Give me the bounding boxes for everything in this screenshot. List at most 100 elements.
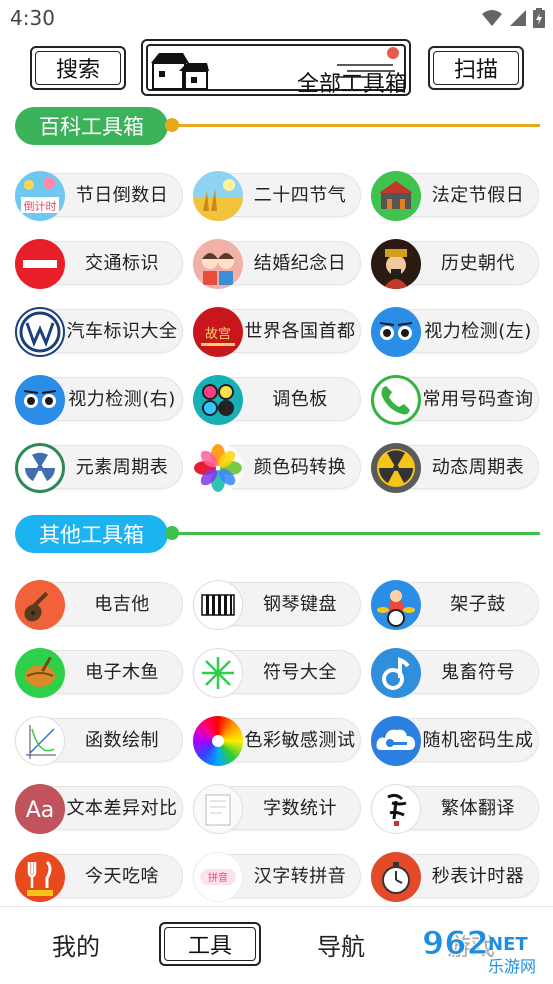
- tool-label: 视力检测(左): [424, 321, 532, 342]
- tool-history-dynasties[interactable]: 历史朝代: [371, 239, 539, 289]
- tool-wooden-fish[interactable]: 电子木鱼: [15, 648, 183, 698]
- tool-traffic-signs[interactable]: 交通标识: [15, 239, 183, 289]
- word-count-icon: [193, 784, 243, 834]
- wooden-fish-icon: [15, 648, 65, 698]
- tool-kichiku-symbols[interactable]: 鬼畜符号: [371, 648, 539, 698]
- tool-text-diff[interactable]: Aa 文本差异对比: [15, 784, 183, 834]
- tool-stopwatch[interactable]: 秒表计时器: [371, 852, 539, 902]
- tool-label: 电子木鱼: [85, 662, 159, 683]
- tool-label: 二十四节气: [253, 185, 347, 206]
- tool-what-to-eat[interactable]: 今天吃啥: [15, 852, 183, 902]
- tool-label: 电吉他: [94, 594, 150, 615]
- tool-label: 结婚纪念日: [253, 253, 347, 274]
- tool-car-logos[interactable]: 汽车标识大全: [15, 307, 183, 357]
- tool-label: 钢琴键盘: [263, 594, 337, 615]
- tool-label: 世界各国首都: [244, 321, 356, 342]
- tool-vision-test-left[interactable]: 视力检测(左): [371, 307, 539, 357]
- search-button-label: 搜索: [55, 58, 100, 83]
- tool-hanzi-to-pinyin[interactable]: 拼音 汉字转拼音: [193, 852, 361, 902]
- stopwatch-icon: [371, 852, 421, 902]
- search-button[interactable]: 搜索: [30, 46, 126, 90]
- tool-color-sensitivity[interactable]: 色彩敏感测试: [193, 716, 361, 766]
- watermark-logo: 962 NET 乐游网: [422, 924, 537, 977]
- tool-label: 色彩敏感测试: [244, 730, 356, 751]
- svg-text:倒计时: 倒计时: [24, 200, 57, 213]
- palette-icon: [193, 375, 243, 425]
- status-icons: [481, 8, 545, 28]
- section-title: 百科工具箱: [15, 107, 168, 145]
- tool-symbols[interactable]: 符号大全: [193, 648, 361, 698]
- function-graph-icon: [15, 716, 65, 766]
- color-wheel-icon: [193, 716, 243, 766]
- legal-holiday-icon: [371, 171, 421, 221]
- phone-icon: [371, 375, 421, 425]
- emperor-icon: [371, 239, 421, 289]
- tool-label: 法定节假日: [431, 185, 525, 206]
- wedding-couple-icon: [193, 239, 243, 289]
- nav-tab-mine[interactable]: 我的: [52, 927, 100, 962]
- tool-piano-keyboard[interactable]: 钢琴键盘: [193, 580, 361, 630]
- music-note-icon: [371, 648, 421, 698]
- car-logo-icon: [15, 307, 65, 357]
- radiation-green-icon: [15, 443, 65, 493]
- tool-label: 架子鼓: [450, 594, 506, 615]
- tool-solar-terms[interactable]: 二十四节气: [193, 171, 361, 221]
- tool-label: 繁体翻译: [441, 798, 515, 819]
- tool-dynamic-periodic-table[interactable]: 动态周期表: [371, 443, 539, 493]
- section-divider: [165, 526, 540, 540]
- tool-label: 随机密码生成: [422, 730, 534, 751]
- text-aa-icon: Aa: [15, 784, 65, 834]
- tool-festival-countdown[interactable]: 倒计时 节日倒数日: [15, 171, 183, 221]
- tool-function-plot[interactable]: 函数绘制: [15, 716, 183, 766]
- nav-tab-tools[interactable]: 工具: [159, 922, 261, 966]
- section-title: 其他工具箱: [15, 515, 168, 553]
- guitar-icon: [15, 580, 65, 630]
- cloud-key-icon: [371, 716, 421, 766]
- tool-label: 节日倒数日: [75, 185, 169, 206]
- tool-label: 函数绘制: [85, 730, 159, 751]
- eye-right-icon: [15, 375, 65, 425]
- nav-tab-navigation[interactable]: 导航: [317, 927, 365, 962]
- scan-button[interactable]: 扫描: [428, 46, 524, 90]
- drum-kit-icon: [371, 580, 421, 630]
- tool-palette[interactable]: 调色板: [193, 375, 361, 425]
- section-header-other: 其他工具箱: [15, 515, 540, 555]
- tool-word-count[interactable]: 字数统计: [193, 784, 361, 834]
- signal-icon: [510, 10, 526, 26]
- tool-drum-kit[interactable]: 架子鼓: [371, 580, 539, 630]
- page-title-banner: 全部工具箱: [141, 39, 411, 97]
- tool-label: 元素周期表: [75, 457, 169, 478]
- festival-countdown-icon: 倒计时: [15, 171, 65, 221]
- battery-icon: [533, 8, 545, 28]
- radiation-yellow-icon: [371, 443, 421, 493]
- tool-periodic-table[interactable]: 元素周期表: [15, 443, 183, 493]
- tool-label: 常用号码查询: [422, 389, 534, 410]
- cloud-lines-icon: [335, 64, 395, 78]
- tool-label: 文本差异对比: [66, 798, 178, 819]
- section-header-encyclopedia: 百科工具箱: [15, 107, 540, 147]
- tool-random-password[interactable]: 随机密码生成: [371, 716, 539, 766]
- tool-traditional-translate[interactable]: 繁体翻译: [371, 784, 539, 834]
- tool-electric-guitar[interactable]: 电吉他: [15, 580, 183, 630]
- calligraphy-icon: [371, 784, 421, 834]
- tool-label: 汉字转拼音: [253, 866, 347, 887]
- tool-color-code-converter[interactable]: 颜色码转换: [193, 443, 361, 493]
- tool-label: 交通标识: [85, 253, 159, 274]
- tool-wedding-anniversary[interactable]: 结婚纪念日: [193, 239, 361, 289]
- svg-text:故宫: 故宫: [205, 327, 231, 342]
- tool-legal-holiday[interactable]: 法定节假日: [371, 171, 539, 221]
- status-bar: 4:30: [0, 0, 553, 36]
- world-capitals-icon: 故宫: [193, 307, 243, 357]
- tool-label: 动态周期表: [431, 457, 525, 478]
- tool-phone-numbers[interactable]: 常用号码查询: [371, 375, 539, 425]
- tool-label: 字数统计: [263, 798, 337, 819]
- tool-world-capitals[interactable]: 故宫 世界各国首都: [193, 307, 361, 357]
- watermark-suffix: NET: [488, 934, 528, 955]
- color-flower-icon: [193, 443, 243, 493]
- tool-label: 符号大全: [263, 662, 337, 683]
- section-divider: [165, 118, 540, 132]
- svg-text:Aa: Aa: [26, 798, 55, 823]
- piano-icon: [193, 580, 243, 630]
- tool-vision-test-right[interactable]: 视力检测(右): [15, 375, 183, 425]
- sun-icon: [387, 47, 399, 59]
